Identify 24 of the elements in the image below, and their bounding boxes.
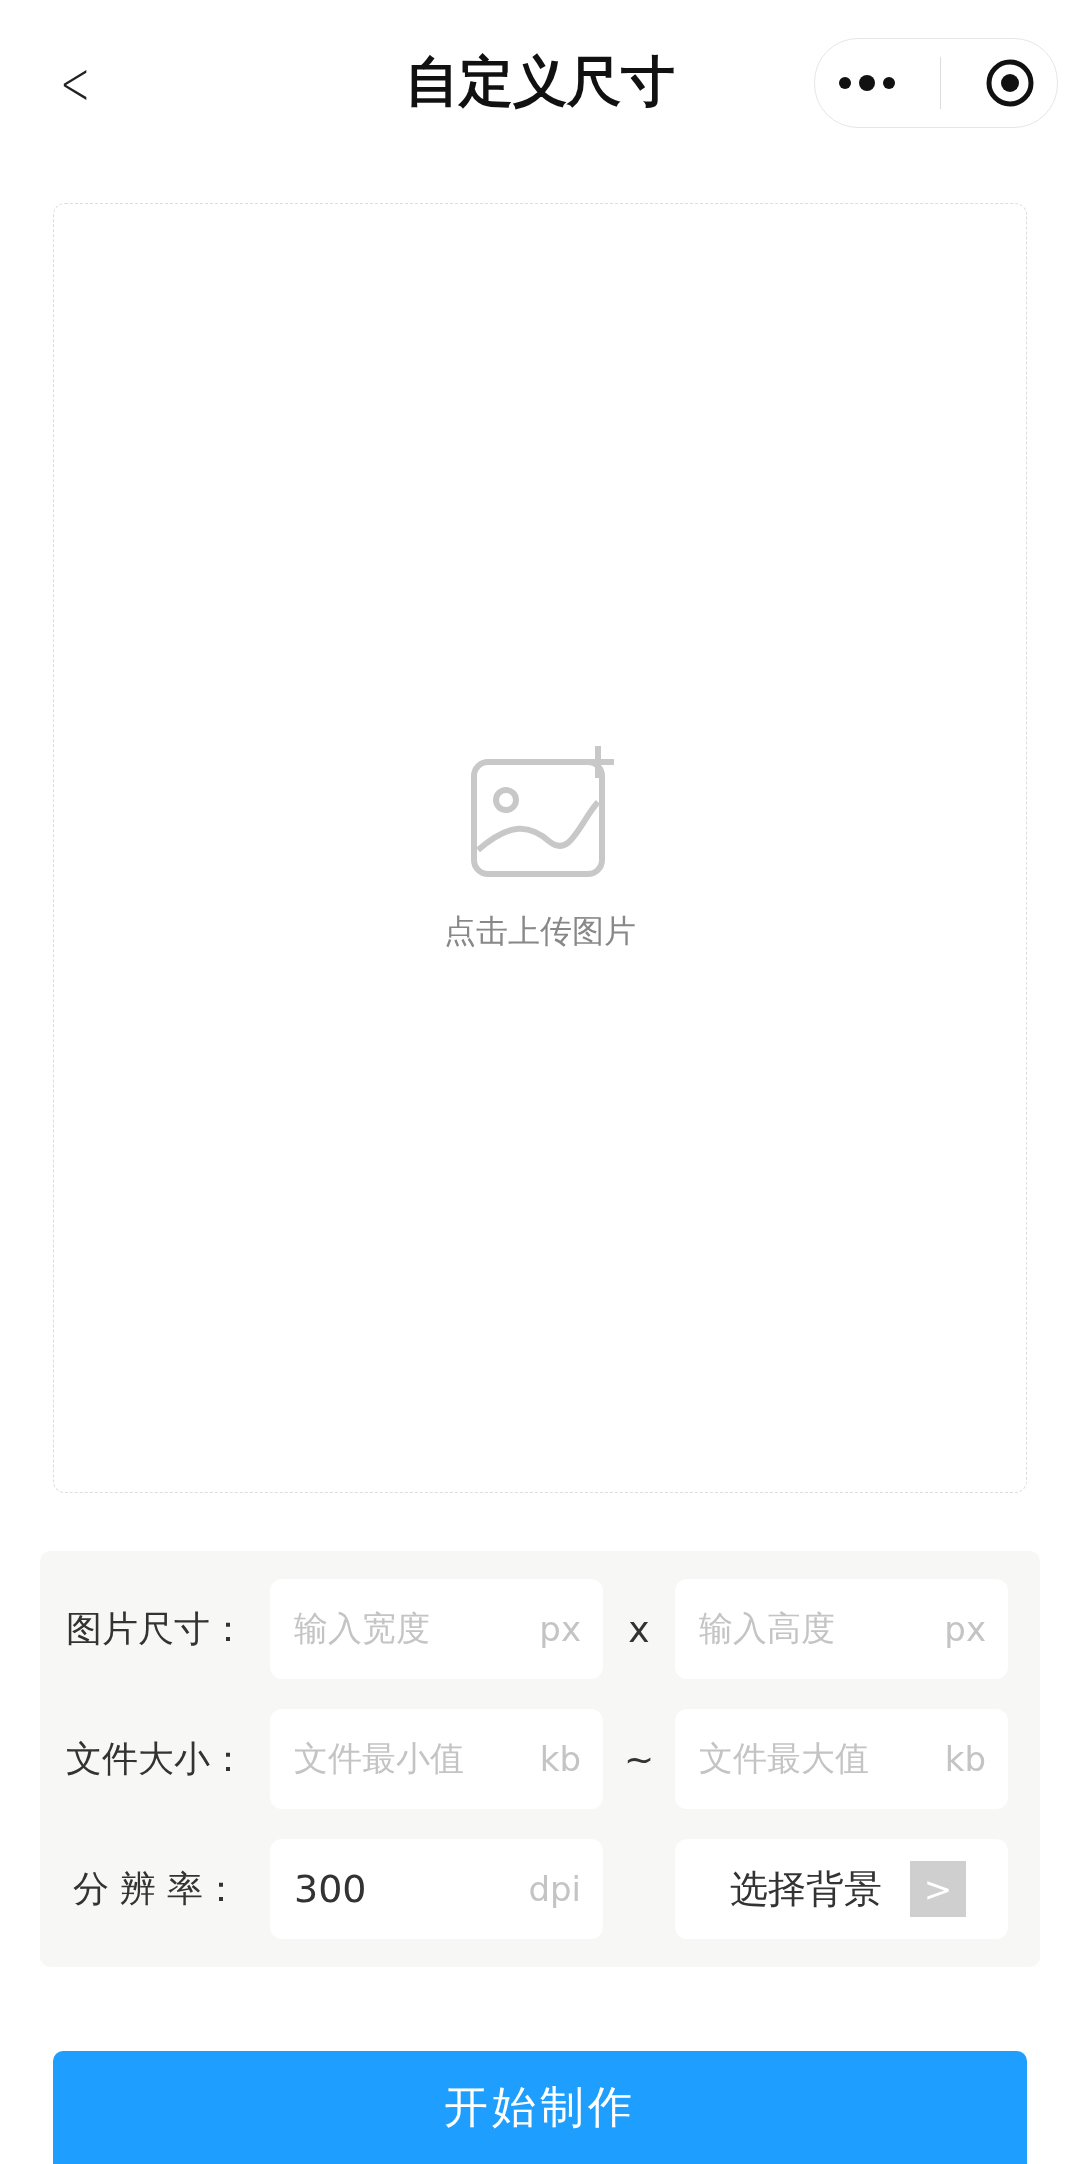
unit-label: kb [539, 1739, 581, 1779]
field-label: 图片尺寸： [65, 1606, 247, 1651]
unit-label: px [539, 1609, 581, 1649]
page-title: 自定义尺寸 [405, 49, 675, 115]
input-field[interactable]: 文件最大值 kb [675, 1709, 1008, 1809]
input-field[interactable]: 300 dpi [270, 1839, 603, 1939]
upload-label: 点击上传图片 [444, 911, 636, 952]
separator-symbol: x [627, 1608, 651, 1650]
select-label: 选择背景 [730, 1865, 882, 1913]
unit-label: px [944, 1609, 986, 1649]
background-select[interactable]: 选择背景 > [675, 1839, 1008, 1939]
upload-area[interactable]: 点击上传图片 [53, 203, 1027, 1493]
start-button[interactable]: 开始制作 [53, 2051, 1027, 2164]
separator-symbol: ~ [622, 1738, 656, 1780]
field-label: 分 辨 率： [71, 1866, 241, 1911]
input-field[interactable]: 文件最小值 kb [270, 1709, 603, 1809]
input-field[interactable]: 输入高度 px [675, 1579, 1008, 1679]
back-button[interactable]: < [54, 47, 97, 118]
more-icon[interactable] [836, 74, 897, 91]
unit-label: dpi [528, 1869, 581, 1909]
input-field[interactable]: 输入宽度 px [270, 1579, 603, 1679]
field-label: 文件大小： [65, 1736, 247, 1781]
arrow-button[interactable]: > [910, 1861, 966, 1917]
unit-label: kb [944, 1739, 986, 1779]
